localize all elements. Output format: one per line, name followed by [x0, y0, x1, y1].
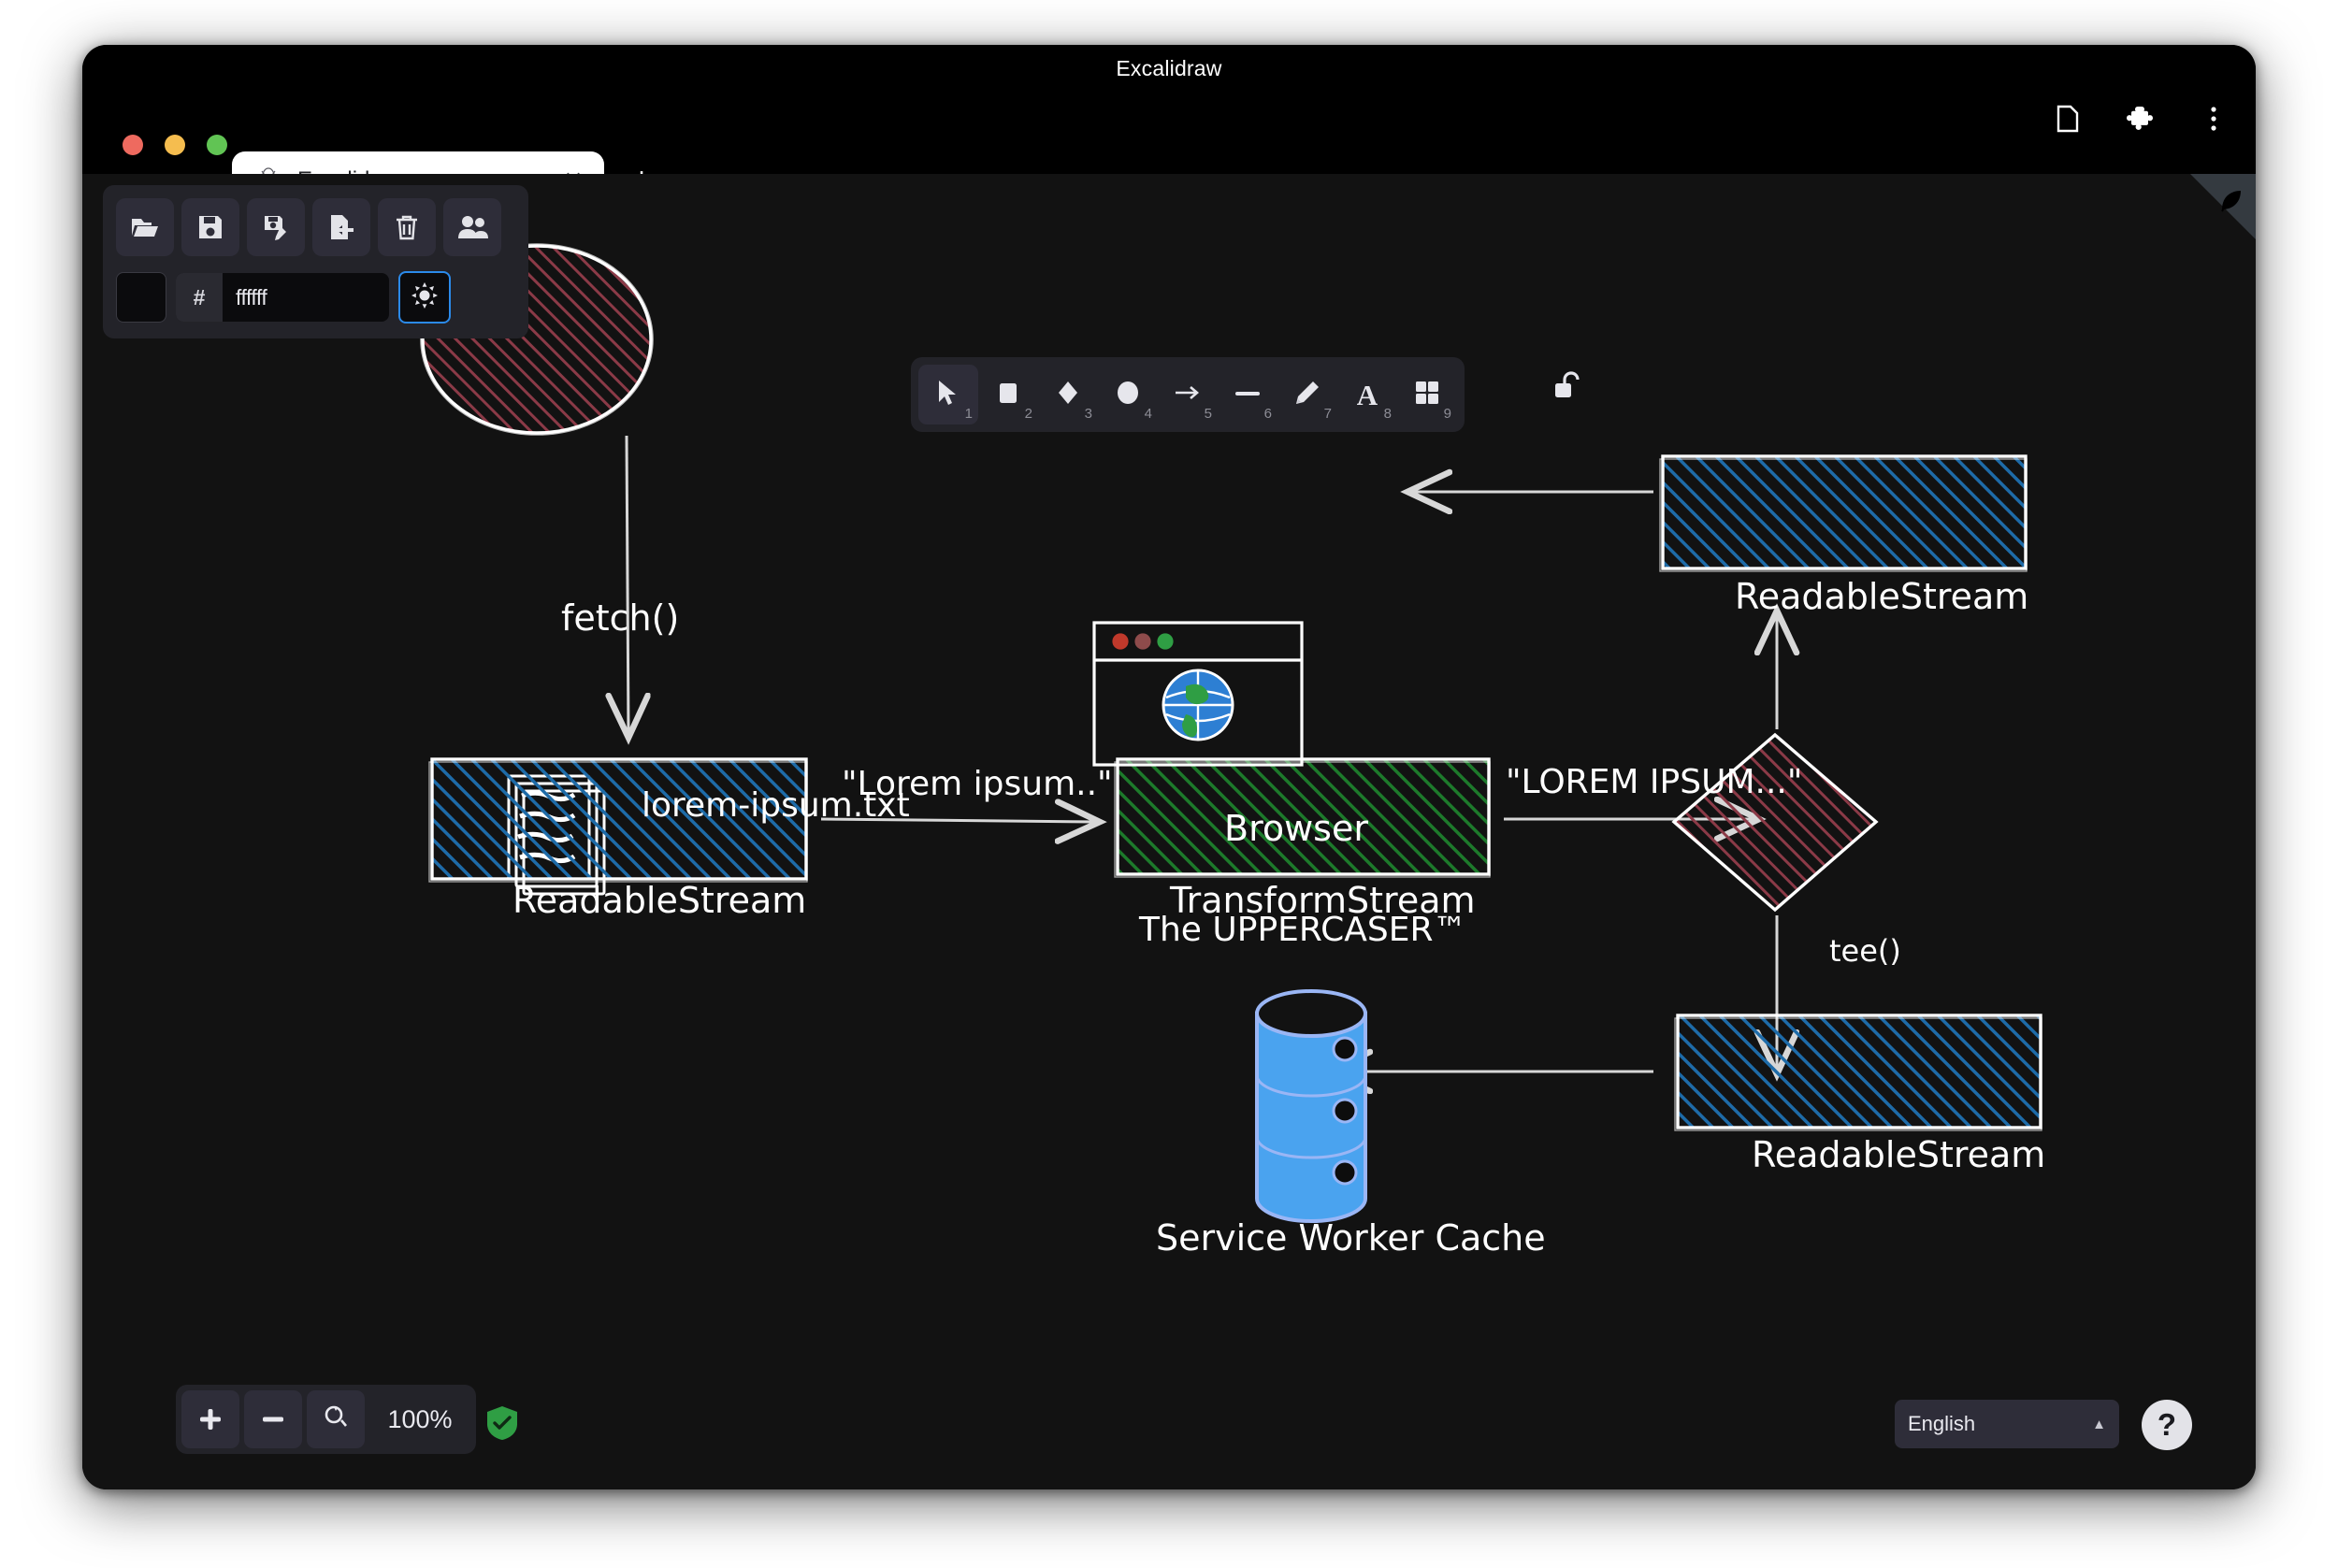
- tool-shortcut: 3: [1084, 406, 1092, 422]
- shape-readablestream-2: [1659, 454, 2028, 572]
- zoom-level-value[interactable]: 100%: [369, 1405, 470, 1434]
- save-button[interactable]: [181, 198, 239, 256]
- browser-window: Excalidraw Excalidraw ✕ +: [82, 45, 2256, 1489]
- tool-shortcut: 8: [1383, 406, 1392, 422]
- pencil-icon: [1294, 380, 1321, 410]
- left-tool-panel: # ffffff: [103, 185, 528, 338]
- shape-label-fetch: fetch(): [561, 597, 680, 639]
- label-lorem-ipsum: "Lorem ipsum..": [842, 765, 1113, 803]
- traffic-lights: [123, 135, 227, 155]
- tool-shortcut: 6: [1263, 406, 1272, 422]
- label-browser-caption: Browser: [1224, 808, 1368, 849]
- draw-tool[interactable]: 7: [1277, 365, 1337, 424]
- minimize-window-button[interactable]: [165, 135, 185, 155]
- cursor-icon: [936, 379, 960, 411]
- label-lorem-ipsum-upper: "LOREM IPSUM...": [1506, 763, 1803, 801]
- save-as-button[interactable]: [247, 198, 305, 256]
- maximize-window-button[interactable]: [207, 135, 227, 155]
- circle-icon: [1115, 379, 1141, 411]
- export-button[interactable]: [312, 198, 370, 256]
- language-select-value: English: [1908, 1412, 1976, 1435]
- tool-shortcut: 9: [1443, 406, 1451, 422]
- selection-tool[interactable]: 1: [918, 365, 978, 424]
- line-tool[interactable]: 6: [1218, 365, 1277, 424]
- shape-label-tee: tee(): [1829, 933, 1901, 969]
- shape-tools-island: 1 2 3 4 5 6 7 A 8 9: [911, 357, 1465, 432]
- canvas-color-hex-field[interactable]: # ffffff: [176, 273, 389, 322]
- tool-shortcut: 5: [1204, 406, 1212, 422]
- hex-prefix: #: [176, 273, 223, 322]
- theme-toggle-button[interactable]: [398, 271, 451, 324]
- file-action-row: [116, 198, 515, 256]
- tool-shortcut: 2: [1024, 406, 1032, 422]
- diamond-tool[interactable]: 3: [1038, 365, 1098, 424]
- open-folder-button[interactable]: [116, 198, 174, 256]
- window-title: Excalidraw: [1116, 56, 1222, 80]
- screenshot-root: Excalidraw Excalidraw ✕ +: [0, 0, 2338, 1568]
- encryption-shield-icon[interactable]: [486, 1405, 518, 1441]
- line-icon: [1234, 386, 1262, 403]
- zoom-in-button[interactable]: [181, 1390, 239, 1448]
- chrome-action-buttons: [2052, 103, 2230, 135]
- rectangle-tool[interactable]: 2: [978, 365, 1038, 424]
- library-tool[interactable]: 9: [1397, 365, 1457, 424]
- chevron-up-icon: ▲: [2092, 1416, 2106, 1432]
- shape-label-readablestream-1: ReadableStream: [512, 880, 807, 921]
- tool-shortcut: 4: [1144, 406, 1152, 422]
- tool-shortcut: 7: [1323, 406, 1332, 422]
- help-button[interactable]: ?: [2142, 1400, 2192, 1450]
- sun-icon: [411, 281, 438, 313]
- trash-button[interactable]: [378, 198, 436, 256]
- reset-zoom-button[interactable]: [307, 1390, 365, 1448]
- overflow-menu-icon[interactable]: [2198, 103, 2230, 135]
- arrow-icon: [1174, 383, 1202, 407]
- live-collaboration-button[interactable]: [443, 198, 501, 256]
- canvas-color-swatch[interactable]: [116, 272, 166, 323]
- shape-tee: [1671, 732, 1879, 913]
- arrow-tool[interactable]: 5: [1158, 365, 1218, 424]
- browser-window-icon: [1092, 621, 1304, 767]
- zoom-out-button[interactable]: [244, 1390, 302, 1448]
- reset-zoom-icon: [323, 1404, 349, 1435]
- grid-squares-icon: [1414, 380, 1440, 410]
- text-tool[interactable]: A 8: [1337, 365, 1397, 424]
- canvas-color-input[interactable]: ffffff: [223, 285, 389, 310]
- close-window-button[interactable]: [123, 135, 143, 155]
- shape-label-readablestream-2: ReadableStream: [1735, 576, 2029, 617]
- leaf-icon: [2216, 187, 2244, 215]
- label-uppercaser-caption: The UPPERCASER™: [1139, 911, 1467, 949]
- language-select[interactable]: English ▲: [1895, 1400, 2119, 1448]
- extensions-puzzle-icon[interactable]: [2125, 103, 2157, 135]
- database-cylinder-icon: [1255, 989, 1367, 1223]
- square-icon: [996, 379, 1020, 411]
- ellipse-tool[interactable]: 4: [1098, 365, 1158, 424]
- shape-label-readablestream-3: ReadableStream: [1752, 1134, 2046, 1175]
- zoom-controls: 100%: [176, 1385, 476, 1454]
- letter-a-icon: A: [1356, 378, 1378, 411]
- page-icon[interactable]: [2052, 103, 2084, 135]
- tool-shortcut: 1: [964, 406, 973, 422]
- label-cache-caption: Service Worker Cache: [1156, 1217, 1546, 1259]
- shape-readablestream-3: [1674, 1014, 2042, 1131]
- browser-chrome: Excalidraw Excalidraw ✕ +: [82, 45, 2256, 209]
- unlocked-padlock-icon: [1553, 370, 1581, 405]
- excalidraw-app: fetch() ReadableStream TransformStream t…: [82, 174, 2256, 1489]
- diamond-icon: [1056, 379, 1080, 411]
- keep-selected-tool-active-button[interactable]: [1549, 368, 1586, 406]
- canvas-background-row: # ffffff: [116, 271, 515, 324]
